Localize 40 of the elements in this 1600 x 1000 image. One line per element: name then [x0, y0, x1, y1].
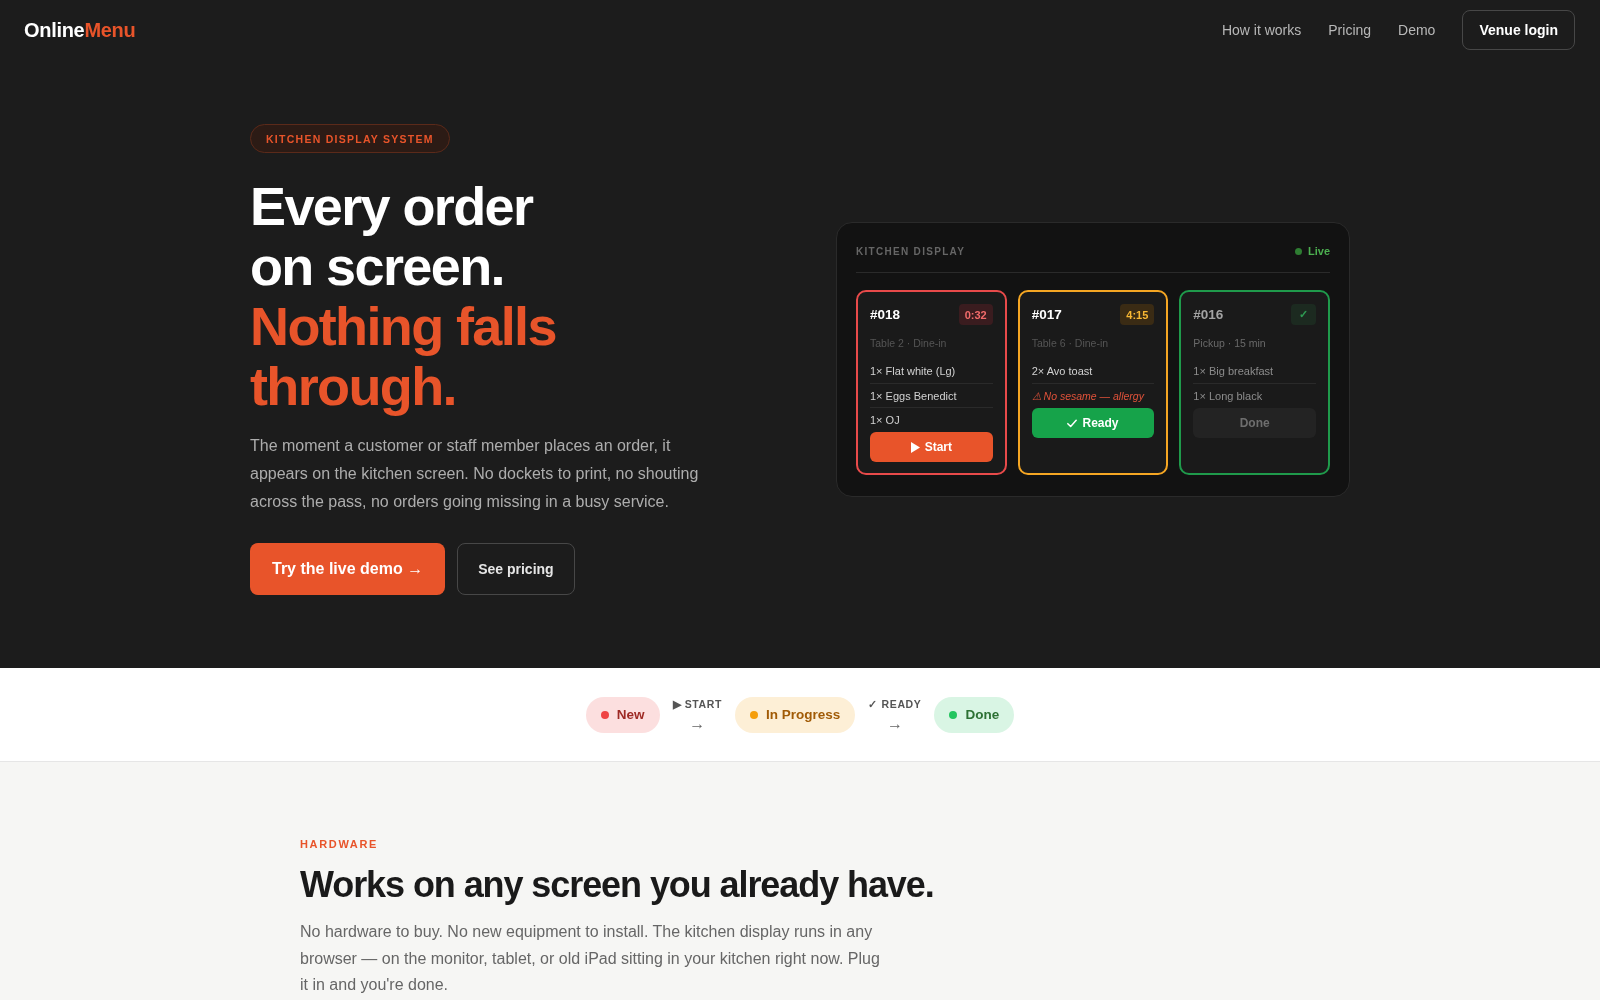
transition-label: ✓ READY	[868, 697, 922, 711]
live-label: Live	[1308, 245, 1330, 257]
order-item: 1× Eggs Benedict	[870, 383, 993, 407]
order-number: #016	[1193, 307, 1224, 322]
order-item: 1× Flat white (Lg)	[870, 364, 957, 379]
nav-link[interactable]: Demo	[1398, 22, 1436, 38]
panel-title: KITCHEN DISPLAY	[856, 245, 966, 257]
play-icon	[910, 441, 920, 453]
timer-badge: 4:15	[1120, 304, 1155, 325]
order-item: 1× Long black	[1193, 383, 1316, 407]
section-eyebrow: HARDWARE	[300, 837, 379, 851]
live-demo-button[interactable]: Try the live demo →	[250, 543, 446, 595]
nav-link[interactable]: How it works	[1221, 22, 1302, 38]
live-status-icon	[1295, 247, 1302, 255]
order-item: 1× OJ	[870, 407, 993, 431]
order-number: #017	[1031, 307, 1062, 322]
status-label: Done	[965, 707, 1000, 722]
nav-link[interactable]: Pricing	[1328, 22, 1372, 38]
hero-description: The moment a customer or staff member places an order, it appears on the kitchen screen. No dockets to print, no shouting across the pass, no orders going missing in a busy service.	[250, 436, 700, 512]
arrow-icon: →	[886, 715, 903, 732]
start-button[interactable]: Start	[870, 432, 993, 462]
see-pricing-button[interactable]: See pricing	[457, 543, 575, 595]
transition-label: ▶ START	[672, 697, 723, 711]
section-description: No hardware to buy. No new equipment to install. The kitchen display runs in any browser — on the monitor, tablet, or old iPad sitting in your kitchen right now. Plug it in and you're done.	[300, 922, 881, 995]
completed-badge: ✓	[1291, 304, 1316, 325]
hero-headline: Every order on screen. Nothing falls through.	[250, 176, 556, 416]
venue-login-button[interactable]: Venue login	[1462, 10, 1575, 50]
check-icon	[1067, 418, 1078, 428]
order-item: 2× Avo toast	[1031, 364, 1094, 379]
status-label: In Progress	[766, 707, 841, 722]
arrow-icon: →	[689, 715, 706, 732]
order-item: 1× Big breakfast	[1193, 364, 1275, 379]
section-heading: Works on any screen you already have.	[300, 863, 935, 907]
order-number: #018	[870, 307, 901, 322]
allergy-note: ⚠ No sesame — allergy	[1031, 383, 1155, 407]
status-label: New	[616, 707, 645, 722]
timer-badge: 0:32	[958, 304, 993, 325]
order-details: Pickup · 15 min	[1193, 336, 1267, 351]
logo[interactable]: OnlineMenu	[24, 18, 136, 42]
category-badge: KITCHEN DISPLAY SYSTEM	[250, 124, 450, 153]
